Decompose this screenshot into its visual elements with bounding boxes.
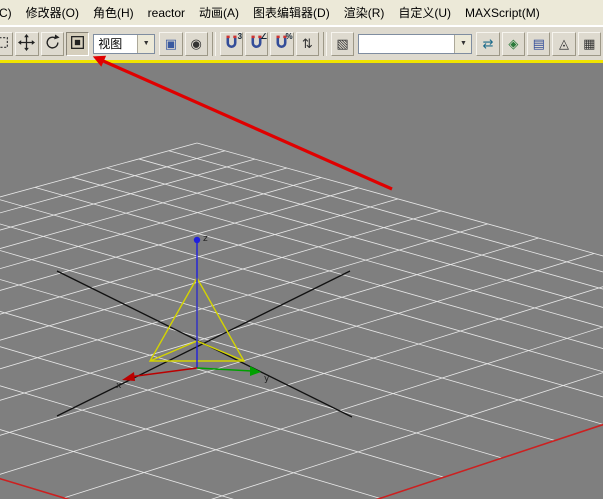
selection-region-icon bbox=[0, 34, 10, 54]
use-center-icon: ▣ bbox=[165, 37, 177, 50]
align-button[interactable]: ◈ bbox=[502, 32, 525, 56]
chevron-down-icon[interactable]: ▼ bbox=[454, 35, 471, 53]
rotate-icon bbox=[44, 34, 61, 54]
use-center-button[interactable]: ▣ bbox=[159, 32, 182, 56]
named-sets-icon: ▧ bbox=[336, 37, 348, 50]
move-button[interactable] bbox=[15, 32, 38, 56]
mirror-icon: ⇄ bbox=[483, 37, 494, 50]
named-selection-dropdown[interactable]: ▼ bbox=[358, 34, 472, 54]
viewport-canvas: z x y bbox=[0, 63, 603, 499]
chevron-down-icon[interactable]: ▼ bbox=[137, 35, 154, 53]
spinner-snap-button[interactable]: ⇅ bbox=[296, 32, 319, 56]
max-application-window: (C) 修改器(O) 角色(H) reactor 动画(A) 图表编辑器(D) … bbox=[0, 0, 603, 499]
spinner-snap-icon: ⇅ bbox=[302, 37, 313, 50]
main-toolbar: 视图 ▼ ▣ ◉ 3 ∠ % ⇅ bbox=[0, 26, 603, 60]
menu-item-reactor[interactable]: reactor bbox=[141, 2, 192, 24]
rotate-button[interactable] bbox=[41, 32, 64, 56]
snap-3d-badge: 3 bbox=[238, 33, 242, 41]
menu-item-graph-editors[interactable]: 图表编辑器(D) bbox=[246, 0, 337, 25]
snap-toggle-3d-button[interactable]: 3 bbox=[220, 32, 243, 56]
layers-icon: ▤ bbox=[533, 37, 545, 50]
menu-item-animation[interactable]: 动画(A) bbox=[192, 0, 246, 25]
manipulate-icon: ◉ bbox=[190, 37, 201, 50]
svg-text:x: x bbox=[116, 381, 122, 391]
select-region-button[interactable] bbox=[0, 32, 13, 56]
scale-button[interactable] bbox=[66, 32, 89, 56]
move-icon bbox=[18, 34, 35, 54]
svg-text:z: z bbox=[203, 234, 208, 244]
curve-editor-icon: ◬ bbox=[559, 37, 569, 50]
toolbar-separator bbox=[323, 32, 327, 56]
schematic-view-button[interactable]: ▦ bbox=[578, 32, 601, 56]
scale-icon bbox=[69, 34, 86, 54]
mirror-button[interactable]: ⇄ bbox=[476, 32, 499, 56]
menu-item-customize[interactable]: 自定义(U) bbox=[391, 0, 458, 25]
named-selection-sets-button[interactable]: ▧ bbox=[331, 32, 354, 56]
toolbar-separator bbox=[212, 32, 216, 56]
curve-editor-button[interactable]: ◬ bbox=[552, 32, 575, 56]
angle-snap-button[interactable]: ∠ bbox=[245, 32, 268, 56]
percent-snap-button[interactable]: % bbox=[270, 32, 293, 56]
coordinate-system-value: 视图 bbox=[94, 35, 137, 52]
schematic-view-icon: ▦ bbox=[583, 37, 595, 50]
menu-bar: (C) 修改器(O) 角色(H) reactor 动画(A) 图表编辑器(D) … bbox=[0, 0, 603, 26]
menu-item-character[interactable]: 角色(H) bbox=[86, 0, 141, 25]
perspective-viewport[interactable]: z x y bbox=[0, 63, 603, 499]
menu-item-modifiers[interactable]: 修改器(O) bbox=[19, 0, 86, 25]
angle-snap-badge: ∠ bbox=[260, 33, 267, 41]
align-icon: ◈ bbox=[508, 37, 518, 50]
svg-text:y: y bbox=[264, 374, 270, 384]
percent-snap-badge: % bbox=[286, 33, 293, 41]
layer-manager-button[interactable]: ▤ bbox=[527, 32, 550, 56]
coordinate-system-dropdown[interactable]: 视图 ▼ bbox=[93, 34, 155, 54]
select-manipulate-button[interactable]: ◉ bbox=[185, 32, 208, 56]
menu-item-partial[interactable]: (C) bbox=[0, 2, 19, 24]
menu-item-maxscript[interactable]: MAXScript(M) bbox=[458, 2, 547, 24]
menu-item-rendering[interactable]: 渲染(R) bbox=[337, 0, 392, 25]
